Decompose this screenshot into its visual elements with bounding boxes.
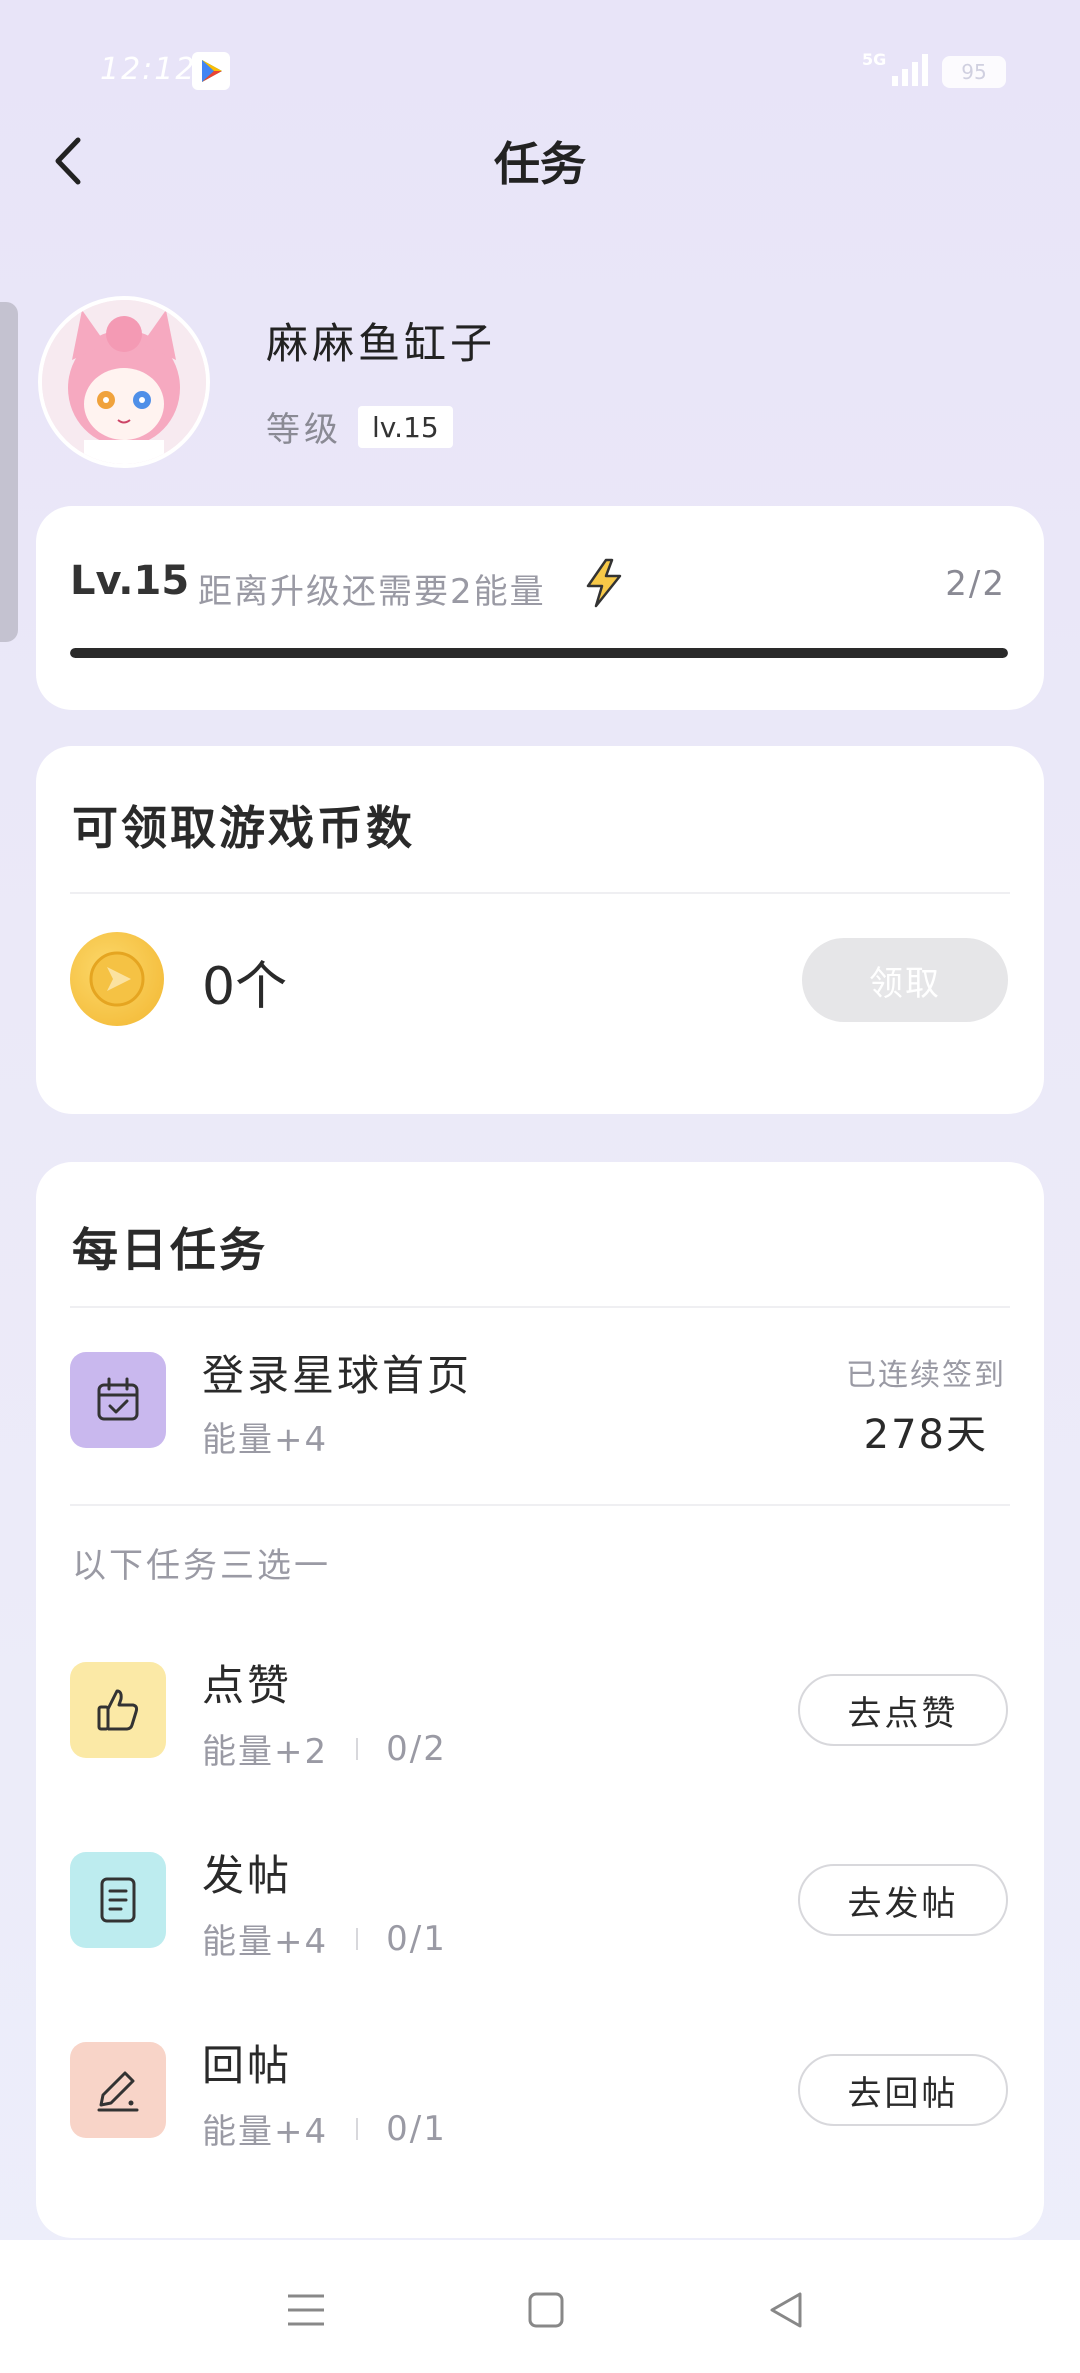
signal-icon <box>890 52 930 88</box>
back-triangle-icon[interactable] <box>756 2280 816 2340</box>
current-level: Lv.15 <box>70 558 190 604</box>
divider <box>70 892 1010 894</box>
task-reward: 能量+4 <box>202 1922 329 1962</box>
level-badge: lv.15 <box>358 406 453 448</box>
divider <box>70 1306 1010 1308</box>
daily-tasks-title: 每日任务 <box>72 1223 268 1277</box>
task-progress: 0/1 <box>386 1918 447 1959</box>
lightning-icon <box>584 558 624 608</box>
go-reply-button[interactable]: 去回帖 <box>798 2054 1008 2126</box>
calendar-check-icon <box>70 1352 166 1448</box>
task-reward-row: 能量+4 0/1 <box>202 1914 447 1963</box>
energy-progress-text: 2/2 <box>945 564 1006 604</box>
status-bar: 12:12 5G 95 <box>0 0 1080 120</box>
task-reward: 能量+4 <box>202 2112 329 2152</box>
task-progress: 0/2 <box>386 1728 447 1769</box>
coins-title: 可领取游戏币数 <box>72 801 415 855</box>
level-progress-fill <box>70 648 1008 658</box>
task-progress: 0/1 <box>386 2108 447 2149</box>
task-reward-row: 能量+2 0/2 <box>202 1724 447 1773</box>
network-label: 5G <box>862 50 887 69</box>
system-nav-bar <box>0 2240 1080 2373</box>
pencil-icon <box>70 2042 166 2138</box>
daily-tasks-card: 每日任务 登录星球首页 能量+4 已连续签到 278天 以下任务三选一 点赞 能… <box>36 1162 1044 2238</box>
streak-value: 278天 <box>863 1412 988 1458</box>
level-progress-bar <box>70 648 1008 658</box>
page-title: 任务 <box>494 137 586 191</box>
choose-one-hint: 以下任务三选一 <box>72 1546 331 1586</box>
play-store-icon <box>192 52 230 90</box>
login-task-name: 登录星球首页 <box>202 1351 473 1400</box>
task-reward-row: 能量+4 0/1 <box>202 2104 447 2153</box>
avatar[interactable] <box>38 296 210 468</box>
coin-count: 0个 <box>202 957 288 1017</box>
level-card: Lv.15 距离升级还需要2能量 2/2 <box>36 506 1044 710</box>
separator <box>356 1927 359 1950</box>
streak-label: 已连续签到 <box>846 1358 1006 1393</box>
document-icon <box>70 1852 166 1948</box>
coin-icon <box>70 932 164 1026</box>
thumbs-up-icon <box>70 1662 166 1758</box>
task-name: 发帖 <box>202 1851 293 1900</box>
task-name: 点赞 <box>202 1661 293 1710</box>
go-post-button[interactable]: 去发帖 <box>798 1864 1008 1936</box>
side-drawer-handle[interactable] <box>0 302 18 642</box>
username: 麻麻鱼缸子 <box>266 319 497 368</box>
login-task-reward: 能量+4 <box>202 1420 329 1460</box>
divider <box>70 1504 1010 1506</box>
separator <box>356 1737 359 1760</box>
task-reward: 能量+2 <box>202 1732 329 1772</box>
task-name: 回帖 <box>202 2041 293 2090</box>
separator <box>356 2117 359 2140</box>
coins-card: 可领取游戏币数 0个 领取 <box>36 746 1044 1114</box>
level-up-description: 距离升级还需要2能量 <box>198 572 546 612</box>
status-time: 12:12 <box>100 52 197 87</box>
go-like-button[interactable]: 去点赞 <box>798 1674 1008 1746</box>
home-square-icon[interactable] <box>516 2280 576 2340</box>
level-label: 等级 <box>266 410 342 450</box>
battery-icon: 95 <box>942 56 1006 88</box>
menu-icon[interactable] <box>276 2280 336 2340</box>
claim-button[interactable]: 领取 <box>802 938 1008 1022</box>
